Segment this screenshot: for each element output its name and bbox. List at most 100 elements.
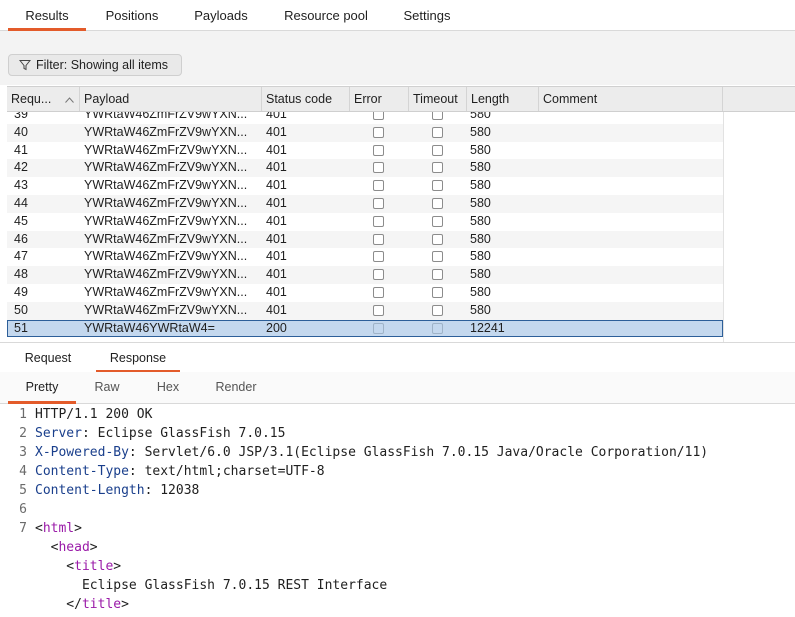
cell-payload: YWRtaW46ZmFrZV9wYXN...: [84, 284, 248, 299]
cell-status-code: 401: [266, 284, 287, 299]
filter-icon: [19, 60, 31, 71]
col-timeout[interactable]: Timeout: [409, 87, 467, 111]
tab-positions[interactable]: Positions: [96, 0, 168, 30]
tab-request[interactable]: Request: [14, 343, 82, 372]
table-row[interactable]: 44 YWRtaW46ZmFrZV9wYXN... 401 580: [7, 194, 723, 213]
table-right-divider: [723, 112, 724, 342]
code-token: >: [74, 521, 82, 536]
code-line: 2 Server: Eclipse GlassFish 7.0.15: [0, 424, 795, 443]
response-editor[interactable]: 1 HTTP/1.1 200 OK 2 Server: Eclipse GlassFi…: [0, 404, 795, 617]
error-checkbox: [373, 233, 384, 245]
line-number: 7: [19, 521, 27, 536]
col-status-code[interactable]: Status code: [262, 87, 350, 111]
tab-payloads[interactable]: Payloads: [184, 0, 258, 30]
tab-render[interactable]: Render: [206, 372, 266, 403]
cell-length: 580: [470, 231, 491, 246]
error-checkbox: [373, 215, 384, 227]
cell-payload: YWRtaW46ZmFrZV9wYXN...: [84, 213, 248, 228]
code-text: </title>: [35, 595, 129, 614]
col-comment[interactable]: Comment: [539, 87, 723, 111]
line-number: 6: [19, 502, 27, 517]
code-text: HTTP/1.1 200 OK: [35, 405, 152, 424]
cell-request: 47: [14, 249, 28, 264]
results-table: Requ... Payload Status code Error Timeou…: [7, 86, 795, 342]
table-row[interactable]: 39 YWRtaW46ZmFrZV9wYXN... 401 580: [7, 112, 723, 124]
filter-label: Filter: Showing all items: [36, 58, 168, 72]
tab-hex[interactable]: Hex: [146, 372, 190, 403]
cell-length: 580: [470, 178, 491, 193]
cell-status-code: 401: [266, 231, 287, 246]
table-row[interactable]: 46 YWRtaW46ZmFrZV9wYXN... 401 580: [7, 230, 723, 249]
message-tab-bar: Request Response: [0, 342, 795, 373]
html-tag-name: title: [81, 597, 122, 612]
col-payload[interactable]: Payload: [80, 87, 262, 111]
table-row[interactable]: 40 YWRtaW46ZmFrZV9wYXN... 401 580: [7, 123, 723, 142]
top-tab-bar: Results Positions Payloads Resource pool…: [0, 0, 795, 31]
cell-status-code: 401: [266, 302, 287, 317]
table-row[interactable]: 47 YWRtaW46ZmFrZV9wYXN... 401 580: [7, 248, 723, 266]
cell-request: 41: [14, 142, 28, 157]
cell-request: 40: [14, 124, 28, 139]
error-checkbox: [373, 251, 384, 263]
cell-request: 43: [14, 178, 28, 193]
code-text: X-Powered-By: Servlet/6.0 JSP/3.1(Eclips…: [35, 443, 708, 462]
html-tag-name: html: [42, 521, 75, 536]
table-row[interactable]: 49 YWRtaW46ZmFrZV9wYXN... 401 580: [7, 284, 723, 302]
timeout-checkbox: [432, 322, 443, 334]
error-checkbox: [373, 286, 384, 298]
tab-results[interactable]: Results: [8, 0, 86, 31]
html-tag-name: head: [58, 540, 90, 555]
filter-button[interactable]: Filter: Showing all items: [8, 54, 182, 76]
tab-response[interactable]: Response: [96, 343, 180, 373]
tab-pretty[interactable]: Pretty: [8, 372, 76, 404]
code-token: >: [113, 559, 122, 574]
cell-length: 580: [470, 124, 491, 139]
code-token: : 12038: [144, 483, 200, 498]
col-request[interactable]: Requ...: [7, 87, 80, 111]
col-length[interactable]: Length: [467, 87, 539, 111]
code-token: HTTP/1.1 200 OK: [35, 407, 153, 422]
timeout-checkbox: [432, 144, 443, 156]
cell-payload: YWRtaW46ZmFrZV9wYXN...: [84, 178, 248, 193]
tab-raw[interactable]: Raw: [84, 372, 130, 403]
line-number: 2: [19, 426, 27, 441]
cell-status-code: 401: [266, 267, 287, 282]
code-text: Server: Eclipse GlassFish 7.0.15: [35, 424, 285, 443]
code-line: 6: [0, 500, 795, 519]
table-row[interactable]: 51 YWRtaW46YWRtaW4= 200 12241: [7, 319, 723, 338]
cell-payload: YWRtaW46ZmFrZV9wYXN...: [84, 195, 248, 210]
error-checkbox: [373, 180, 384, 192]
header-name: X-Powered-By: [35, 445, 129, 460]
table-header: Requ... Payload Status code Error Timeou…: [7, 86, 795, 112]
error-checkbox: [373, 112, 384, 120]
code-line: 7 <html>: [0, 519, 795, 538]
error-checkbox: [373, 144, 384, 156]
col-error[interactable]: Error: [350, 87, 409, 111]
table-row[interactable]: 48 YWRtaW46ZmFrZV9wYXN... 401 580: [7, 266, 723, 284]
table-row[interactable]: 50 YWRtaW46ZmFrZV9wYXN... 401 580: [7, 301, 723, 320]
sort-ascending-icon: [65, 97, 74, 103]
cell-payload: YWRtaW46ZmFrZV9wYXN...: [84, 112, 248, 121]
cell-request: 49: [14, 284, 28, 299]
code-text: <html>: [35, 519, 82, 538]
code-token: : Servlet/6.0 JSP/3.1(Eclipse GlassFish …: [128, 445, 709, 460]
error-checkbox: [373, 197, 384, 209]
line-number: 4: [19, 464, 27, 479]
header-name: Server: [35, 426, 82, 441]
cell-request: 44: [14, 195, 28, 210]
table-row[interactable]: 41 YWRtaW46ZmFrZV9wYXN... 401 580: [7, 142, 723, 160]
code-text: <head>: [35, 538, 98, 557]
cell-request: 51: [14, 320, 28, 335]
cell-request: 48: [14, 267, 28, 282]
cell-status-code: 401: [266, 112, 287, 121]
tab-settings[interactable]: Settings: [392, 0, 462, 30]
table-row[interactable]: 43 YWRtaW46ZmFrZV9wYXN... 401 580: [7, 177, 723, 195]
table-row[interactable]: 42 YWRtaW46ZmFrZV9wYXN... 401 580: [7, 159, 723, 178]
error-checkbox: [373, 304, 384, 316]
timeout-checkbox: [432, 286, 443, 298]
code-token: <: [35, 559, 75, 574]
cell-payload: YWRtaW46ZmFrZV9wYXN...: [84, 267, 248, 282]
tab-resource-pool[interactable]: Resource pool: [276, 0, 376, 30]
table-row[interactable]: 45 YWRtaW46ZmFrZV9wYXN... 401 580: [7, 213, 723, 231]
code-line: 4 Content-Type: text/html;charset=UTF-8: [0, 462, 795, 481]
